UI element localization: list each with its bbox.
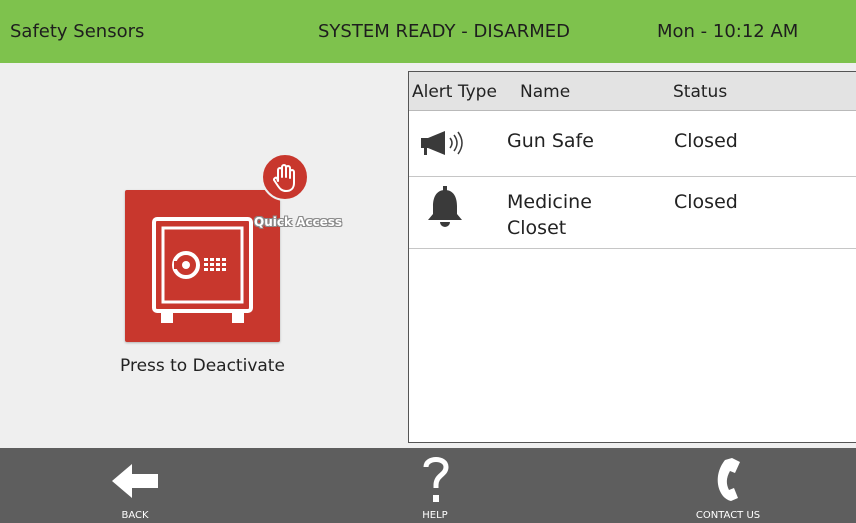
- table-row[interactable]: Gun Safe Closed: [409, 110, 856, 177]
- top-status-bar: Safety Sensors SYSTEM READY - DISARMED M…: [0, 0, 856, 63]
- safe-icon: [152, 217, 253, 323]
- help-label: HELP: [422, 510, 448, 521]
- deactivate-label: Press to Deactivate: [120, 356, 285, 376]
- bottom-nav-bar: BACK HELP CONTACT US: [0, 448, 856, 523]
- date-time: Mon - 10:12 AM: [657, 21, 799, 42]
- hand-stop-icon: [273, 164, 295, 192]
- bell-icon: [428, 186, 462, 227]
- sensor-status: Closed: [674, 130, 738, 152]
- table-header: Alert Type Name Status: [409, 72, 856, 111]
- quick-access-badge[interactable]: [261, 153, 309, 201]
- sensor-status: Closed: [674, 191, 738, 213]
- siren-speaker-icon: [421, 131, 463, 155]
- quick-access-label[interactable]: Quick Access: [254, 215, 342, 229]
- contact-us-label: CONTACT US: [695, 510, 761, 521]
- main-content: Quick Access Press to Deactivate Alert T…: [0, 63, 856, 448]
- question-mark-icon: [423, 457, 449, 502]
- back-button[interactable]: BACK: [100, 448, 170, 523]
- column-header-name: Name: [520, 82, 571, 102]
- help-button[interactable]: HELP: [405, 448, 465, 523]
- contact-us-button[interactable]: CONTACT US: [688, 448, 768, 523]
- page-title: Safety Sensors: [10, 21, 145, 42]
- table-row[interactable]: Medicine Closet Closed: [409, 177, 856, 249]
- back-label: BACK: [121, 510, 149, 521]
- system-status: SYSTEM READY - DISARMED: [318, 21, 570, 42]
- sensor-name: Medicine Closet: [507, 191, 592, 239]
- deactivate-safe-button[interactable]: [125, 190, 280, 342]
- arrow-left-icon: [112, 464, 158, 498]
- column-header-alert-type: Alert Type: [412, 82, 497, 102]
- sensor-table: Alert Type Name Status Gun Safe Closed M…: [408, 71, 856, 443]
- phone-icon: [717, 458, 740, 501]
- column-header-status: Status: [673, 82, 728, 102]
- sensor-name: Gun Safe: [507, 130, 594, 152]
